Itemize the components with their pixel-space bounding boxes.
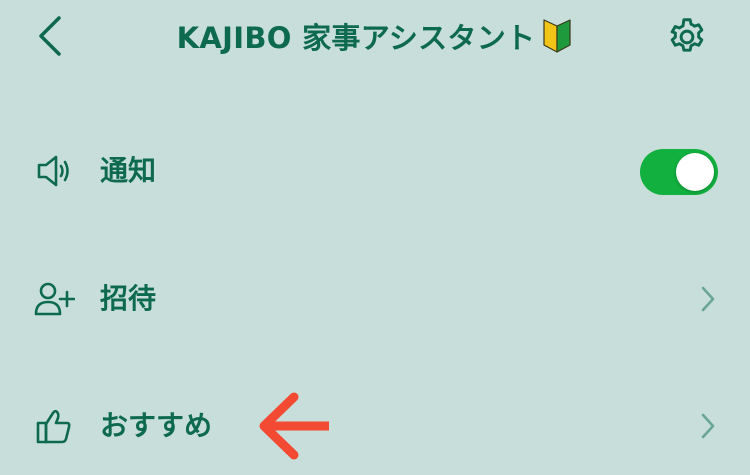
row-icon-wrap [32,279,76,319]
chevron-left-icon [39,16,61,56]
row-label-notifications: 通知 [100,154,157,187]
settings-button[interactable] [662,12,712,62]
settings-screen: KAJIBO 家事アシスタント 通知 招待 おすすめ [0,0,750,475]
settings-row-recommend[interactable]: おすすめ [0,386,750,466]
header-bar: KAJIBO 家事アシスタント [0,0,750,72]
thumbs-up-icon [36,409,71,444]
back-button[interactable] [26,12,74,60]
chevron-right-icon [694,283,722,315]
row-icon-wrap [32,151,76,191]
speaker-icon [37,155,69,187]
red-arrow-left-icon [259,392,329,460]
toggle-knob [676,153,714,191]
settings-row-invite[interactable]: 招待 [0,259,750,339]
row-icon-wrap [32,406,76,446]
page-title: KAJIBO 家事アシスタント [176,21,536,55]
title-group: KAJIBO 家事アシスタント [100,14,650,58]
notifications-toggle[interactable] [640,149,718,195]
chevron-right-icon [694,410,722,442]
gear-icon [670,18,704,52]
row-label-recommend: おすすめ [100,409,213,442]
beginner-mark-icon [543,19,571,53]
add-person-icon [34,282,75,316]
row-label-invite: 招待 [100,282,157,315]
settings-row-notifications[interactable]: 通知 [0,131,750,211]
